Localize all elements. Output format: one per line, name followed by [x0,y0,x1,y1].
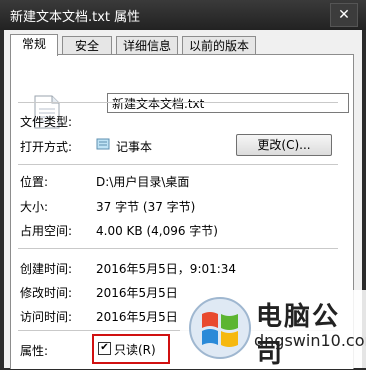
windows-logo-icon [189,297,251,359]
location-value: D:\用户目录\桌面 [96,175,190,189]
brand-url: dngswin10.com [254,331,366,350]
modified-label: 修改时间: [20,286,73,300]
accessed-label: 访问时间: [20,310,73,324]
size-on-disk-value: 4.00 KB (4,096 字节) [96,224,218,238]
opens-with-label: 打开方式: [20,140,73,154]
tab-details[interactable]: 详细信息 [116,36,178,55]
filename-field[interactable]: 新建文本文档.txt [107,93,349,113]
close-button[interactable]: ✕ [330,3,358,27]
attributes-label: 属性: [20,344,49,358]
size-on-disk-label: 占用空间: [20,224,73,238]
divider [18,102,338,103]
created-value: 2016年5月5日，9:01:34 [96,262,237,276]
tab-security[interactable]: 安全 [62,36,112,55]
size-label: 大小: [20,200,49,214]
readonly-checkbox[interactable]: ✔ [98,342,111,355]
divider [18,164,338,165]
file-type-label: 文件类型: [20,115,73,129]
location-label: 位置: [20,175,49,189]
notepad-icon [96,138,110,150]
change-button[interactable]: 更改(C)... [236,134,332,156]
tab-general[interactable]: 常规 [10,34,58,56]
readonly-label[interactable]: 只读(R) [114,341,156,358]
tab-previous-versions[interactable]: 以前的版本 [182,36,256,55]
opens-with-app: 记事本 [116,140,153,154]
size-value: 37 字节 (37 字节) [96,200,196,214]
title-bar: 新建文本文档.txt 属性 ✕ [0,0,366,30]
accessed-value: 2016年5月5日 [96,310,178,324]
modified-value: 2016年5月5日 [96,286,178,300]
window-title: 新建文本文档.txt 属性 [10,10,141,25]
divider [18,248,338,249]
created-label: 创建时间: [20,262,73,276]
